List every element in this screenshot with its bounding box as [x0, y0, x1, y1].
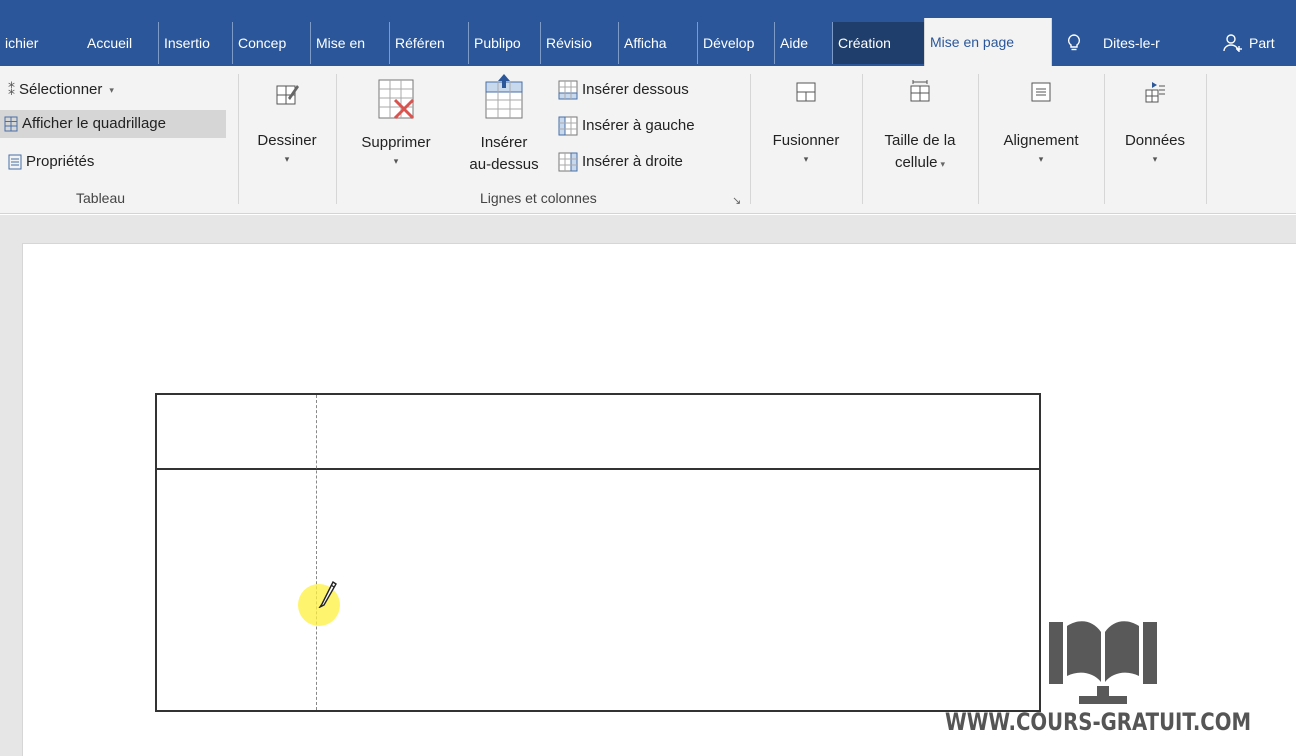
select-button[interactable]: ⁑ Sélectionner ▾ — [4, 76, 118, 104]
tab-accueil[interactable]: Accueil — [82, 22, 158, 64]
tab-label: Insertio — [164, 35, 210, 51]
insert-below-label: Insérer dessous — [582, 81, 689, 98]
tab-conception[interactable]: Concep — [232, 22, 310, 64]
data-button[interactable]: Données ▾ — [1110, 80, 1200, 166]
select-label: Sélectionner — [19, 81, 103, 98]
insert-right-button[interactable]: Insérer à droite — [554, 148, 687, 176]
data-label: Données — [1124, 132, 1186, 149]
tab-mise-en-page-table[interactable]: Mise en page — [924, 18, 1052, 66]
cell-size-label-1: Taille de la — [884, 132, 956, 149]
properties-icon — [8, 154, 22, 170]
tab-label: Aide — [780, 35, 809, 51]
chevron-down-icon: ▾ — [109, 85, 114, 95]
tab-publipostage[interactable]: Publipo — [468, 22, 540, 64]
tab-label: ichier — [5, 35, 39, 51]
group-divider — [978, 74, 979, 204]
chevron-down-icon: ▾ — [1038, 154, 1044, 164]
view-gridlines-button[interactable]: Afficher le quadrillage — [0, 110, 226, 138]
tab-revision[interactable]: Révisio — [540, 22, 618, 64]
tab-fichier[interactable]: ichier — [0, 22, 70, 64]
insert-row-below-icon — [558, 80, 578, 100]
group-divider — [1104, 74, 1105, 204]
insert-right-label: Insérer à droite — [582, 153, 683, 170]
share-button[interactable]: Part — [1218, 22, 1296, 64]
merge-cells-icon — [796, 82, 816, 102]
group-divider — [1206, 74, 1207, 204]
group-divider — [750, 74, 751, 204]
cell-size-label-2: cellule — [894, 154, 938, 171]
ribbon-tab-bar: ichier Accueil Insertio Concep Mise en R… — [0, 0, 1296, 70]
cell-size-button[interactable]: Taille de la cellule ▾ — [868, 80, 972, 175]
chevron-down-icon: ▾ — [393, 156, 399, 166]
delete-button[interactable]: Supprimer ▾ — [346, 76, 446, 168]
view-gridlines-label: Afficher le quadrillage — [22, 115, 166, 132]
tab-aide[interactable]: Aide — [774, 22, 832, 64]
insert-above-button[interactable]: Insérer au-dessus — [456, 74, 552, 176]
delete-table-icon — [378, 79, 415, 120]
group-divider — [336, 74, 337, 204]
merge-label: Fusionner — [772, 132, 840, 149]
insert-left-label: Insérer à gauche — [582, 117, 695, 134]
tab-creation[interactable]: Création — [832, 22, 924, 64]
chevron-down-icon: ▾ — [940, 159, 946, 169]
group-label-lignes-colonnes: Lignes et colonnes — [480, 190, 597, 206]
tab-label: Mise en — [316, 35, 366, 51]
chevron-down-icon: ▾ — [1152, 154, 1158, 164]
table-row-border — [157, 468, 1039, 470]
person-icon — [1223, 34, 1242, 52]
group-divider — [862, 74, 863, 204]
tell-me-search[interactable]: Dites-le-r — [1062, 22, 1202, 64]
share-label: Part — [1249, 35, 1275, 51]
pencil-cursor-icon — [318, 580, 337, 608]
chevron-down-icon: ▾ — [284, 154, 290, 164]
ribbon: ⁑ Sélectionner ▾ Afficher le quadrillage … — [0, 66, 1296, 214]
tab-label: Mise en page — [930, 34, 1015, 50]
tab-insertion[interactable]: Insertio — [158, 22, 232, 64]
book-monitor-icon — [1049, 621, 1157, 704]
dialog-launcher-icon[interactable]: ↘ — [732, 194, 741, 207]
tab-references[interactable]: Référen — [389, 22, 468, 64]
draw-table-icon — [276, 85, 299, 105]
gridlines-icon — [4, 116, 18, 132]
draw-table-label: Dessiner — [257, 132, 317, 149]
chevron-down-icon: ▾ — [803, 154, 809, 164]
lightbulb-icon — [1067, 34, 1081, 51]
tab-label: Dévelop — [703, 35, 755, 51]
alignment-button[interactable]: Alignement ▾ — [984, 80, 1098, 166]
tab-affichage[interactable]: Afficha — [618, 22, 697, 64]
tab-developpeur[interactable]: Dévelop — [697, 22, 774, 64]
insert-above-label-2: au-dessus — [469, 156, 539, 173]
word-table[interactable] — [155, 393, 1041, 712]
merge-button[interactable]: Fusionner ▾ — [758, 80, 854, 166]
cell-size-icon — [910, 80, 930, 102]
tab-label: Concep — [238, 35, 287, 51]
insert-left-button[interactable]: Insérer à gauche — [554, 112, 699, 140]
cursor-arrow-icon: ⁑ — [8, 82, 15, 98]
alignment-icon — [1031, 82, 1051, 102]
draw-table-button[interactable]: Dessiner ▾ — [248, 80, 326, 166]
data-icon — [1145, 82, 1165, 103]
tab-label: Publipo — [474, 35, 521, 51]
draw-guide-line — [316, 395, 317, 710]
watermark-text: WWW.COURS-GRATUIT.COM — [945, 708, 1252, 736]
tab-label: Création — [838, 35, 891, 51]
properties-button[interactable]: Propriétés — [4, 148, 98, 176]
tab-label: Accueil — [87, 35, 133, 51]
watermark-logo: WWW.COURS-GRATUIT.COM — [945, 612, 1265, 752]
insert-column-left-icon — [558, 116, 578, 136]
insert-row-above-icon — [485, 74, 523, 119]
alignment-label: Alignement — [1003, 132, 1079, 149]
properties-label: Propriétés — [26, 153, 95, 170]
tab-label: Référen — [395, 35, 445, 51]
tell-me-label: Dites-le-r — [1103, 35, 1160, 51]
insert-below-button[interactable]: Insérer dessous — [554, 76, 693, 104]
insert-above-label-1: Insérer — [480, 134, 528, 151]
delete-label: Supprimer — [361, 134, 431, 151]
tab-label: Afficha — [624, 35, 667, 51]
tab-label: Révisio — [546, 35, 592, 51]
group-label-tableau: Tableau — [76, 190, 126, 206]
insert-column-right-icon — [558, 152, 578, 172]
tab-mise-en-page-doc[interactable]: Mise en — [310, 22, 389, 64]
group-divider — [238, 74, 239, 204]
